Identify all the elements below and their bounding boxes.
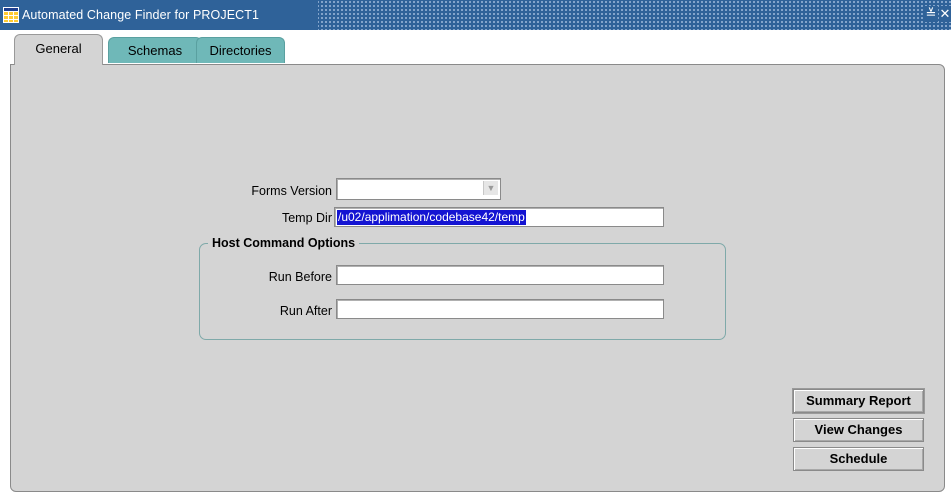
tab-schemas[interactable]: Schemas bbox=[108, 37, 202, 63]
tab-general[interactable]: General bbox=[14, 34, 103, 65]
tab-directories[interactable]: Directories bbox=[196, 37, 285, 63]
temp-dir-input[interactable]: /u02/applimation/codebase42/temp bbox=[334, 207, 664, 227]
host-command-options-group bbox=[199, 243, 726, 340]
chevron-down-icon[interactable]: ▼ bbox=[483, 181, 498, 195]
summary-report-button[interactable]: Summary Report bbox=[793, 389, 924, 413]
temp-dir-label: Temp Dir bbox=[281, 211, 332, 225]
title-area: Automated Change Finder for PROJECT1 bbox=[0, 0, 318, 30]
host-command-options-title: Host Command Options bbox=[208, 236, 360, 250]
app-window: Automated Change Finder for PROJECT1 ≚ ✕… bbox=[0, 0, 951, 499]
view-changes-button[interactable]: View Changes bbox=[793, 418, 924, 442]
close-icon[interactable]: ✕ bbox=[939, 6, 951, 22]
minimize-icon[interactable]: ≚ bbox=[924, 6, 938, 22]
temp-dir-value: /u02/applimation/codebase42/temp bbox=[337, 210, 526, 225]
schedule-button[interactable]: Schedule bbox=[793, 447, 924, 471]
title-bar[interactable]: Automated Change Finder for PROJECT1 ≚ ✕ bbox=[0, 0, 951, 30]
run-before-label: Run Before bbox=[268, 270, 332, 284]
forms-version-label: Forms Version bbox=[251, 184, 332, 198]
run-before-input[interactable] bbox=[336, 265, 664, 285]
grid-window-icon bbox=[3, 7, 19, 23]
window-title: Automated Change Finder for PROJECT1 bbox=[22, 8, 260, 22]
run-after-label: Run After bbox=[279, 304, 332, 318]
run-after-input[interactable] bbox=[336, 299, 664, 319]
forms-version-select[interactable]: ▼ bbox=[336, 178, 501, 200]
